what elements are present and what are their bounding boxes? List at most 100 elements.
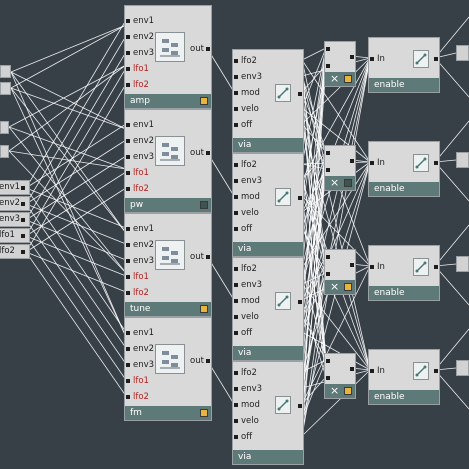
output-jack[interactable] <box>434 161 438 165</box>
input-jack[interactable] <box>326 359 330 363</box>
input-jack[interactable] <box>326 151 330 155</box>
input-jack[interactable] <box>234 107 238 111</box>
input-jack[interactable] <box>326 376 330 380</box>
output-jack[interactable] <box>298 404 302 408</box>
output-jack[interactable] <box>298 92 302 96</box>
multiply-module[interactable]: × <box>324 249 356 295</box>
input-jack[interactable] <box>370 265 374 269</box>
mixer-module-pw[interactable]: env1 env2 env3 lfo1 lfo2 out pw <box>124 109 212 213</box>
input-jack[interactable] <box>234 195 238 199</box>
input-jack[interactable] <box>234 283 238 287</box>
right-stub-2[interactable] <box>456 152 469 168</box>
status-led[interactable] <box>200 97 208 105</box>
output-jack[interactable] <box>21 250 25 254</box>
input-jack[interactable] <box>234 91 238 95</box>
mixer-module-amp[interactable]: env1 env2 env3 lfo1 lfo2 out amp <box>124 5 212 109</box>
output-jack[interactable] <box>21 202 25 206</box>
input-env1[interactable]: env1 <box>0 180 30 195</box>
mixer-module-fm[interactable]: env1 env2 env3 lfo1 lfo2 out fm <box>124 317 212 421</box>
enable-module[interactable]: In enable <box>368 349 440 405</box>
output-jack[interactable] <box>206 359 210 363</box>
output-jack[interactable] <box>21 218 25 222</box>
right-stub-1[interactable] <box>456 45 469 61</box>
multiply-module[interactable]: × <box>324 353 356 399</box>
status-led[interactable] <box>200 409 208 417</box>
input-jack[interactable] <box>234 179 238 183</box>
multiply-module[interactable]: × <box>324 145 356 191</box>
output-jack[interactable] <box>298 300 302 304</box>
output-jack[interactable] <box>434 265 438 269</box>
output-jack[interactable] <box>350 263 354 267</box>
status-led[interactable] <box>200 305 208 313</box>
enable-module[interactable]: In enable <box>368 141 440 197</box>
status-led[interactable] <box>344 283 352 291</box>
input-jack[interactable] <box>370 161 374 165</box>
via-module[interactable]: lfo2 env3 mod velo off via <box>232 153 304 257</box>
input-jack[interactable] <box>234 59 238 63</box>
via-module[interactable]: lfo2 env3 mod velo off via <box>232 257 304 361</box>
input-jack[interactable] <box>126 291 130 295</box>
input-jack[interactable] <box>234 315 238 319</box>
input-jack[interactable] <box>234 163 238 167</box>
input-jack[interactable] <box>126 51 130 55</box>
input-jack[interactable] <box>234 227 238 231</box>
input-jack[interactable] <box>234 267 238 271</box>
enable-module[interactable]: In enable <box>368 245 440 301</box>
output-jack[interactable] <box>350 367 354 371</box>
input-jack[interactable] <box>234 403 238 407</box>
input-jack[interactable] <box>370 57 374 61</box>
status-led[interactable] <box>344 179 352 187</box>
input-jack[interactable] <box>126 35 130 39</box>
status-led[interactable] <box>344 75 352 83</box>
input-env3[interactable]: env3 <box>0 212 30 227</box>
status-led[interactable] <box>344 387 352 395</box>
input-jack[interactable] <box>326 255 330 259</box>
input-jack[interactable] <box>234 299 238 303</box>
input-jack[interactable] <box>126 139 130 143</box>
left-stub-4[interactable] <box>0 145 9 158</box>
input-jack[interactable] <box>126 243 130 247</box>
input-jack[interactable] <box>126 227 130 231</box>
left-stub-1[interactable] <box>0 65 11 78</box>
input-jack[interactable] <box>126 123 130 127</box>
input-jack[interactable] <box>126 331 130 335</box>
via-module[interactable]: lfo2 env3 mod velo off via <box>232 49 304 153</box>
input-lfo1[interactable]: lfo1 <box>0 228 30 243</box>
right-stub-3[interactable] <box>456 256 469 272</box>
status-led[interactable] <box>200 201 208 209</box>
input-jack[interactable] <box>126 275 130 279</box>
input-jack[interactable] <box>326 168 330 172</box>
input-jack[interactable] <box>370 369 374 373</box>
input-env2[interactable]: env2 <box>0 196 30 211</box>
input-jack[interactable] <box>126 259 130 263</box>
input-jack[interactable] <box>126 363 130 367</box>
output-jack[interactable] <box>350 159 354 163</box>
output-jack[interactable] <box>434 57 438 61</box>
input-jack[interactable] <box>126 347 130 351</box>
output-jack[interactable] <box>21 186 25 190</box>
input-jack[interactable] <box>126 19 130 23</box>
output-jack[interactable] <box>350 55 354 59</box>
input-jack[interactable] <box>234 331 238 335</box>
enable-module[interactable]: In enable <box>368 37 440 93</box>
input-lfo2[interactable]: lfo2 <box>0 244 30 259</box>
input-jack[interactable] <box>126 67 130 71</box>
input-jack[interactable] <box>326 64 330 68</box>
input-jack[interactable] <box>126 83 130 87</box>
output-jack[interactable] <box>206 255 210 259</box>
output-jack[interactable] <box>434 369 438 373</box>
input-jack[interactable] <box>234 419 238 423</box>
input-jack[interactable] <box>126 379 130 383</box>
output-jack[interactable] <box>298 196 302 200</box>
input-jack[interactable] <box>126 171 130 175</box>
input-jack[interactable] <box>234 435 238 439</box>
input-jack[interactable] <box>126 187 130 191</box>
input-jack[interactable] <box>126 395 130 399</box>
left-stub-3[interactable] <box>0 121 9 134</box>
mixer-module-tune[interactable]: env1 env2 env3 lfo1 lfo2 out tune <box>124 213 212 317</box>
input-jack[interactable] <box>234 371 238 375</box>
via-module[interactable]: lfo2 env3 mod velo off via <box>232 361 304 465</box>
input-jack[interactable] <box>234 387 238 391</box>
input-jack[interactable] <box>234 211 238 215</box>
output-jack[interactable] <box>206 47 210 51</box>
